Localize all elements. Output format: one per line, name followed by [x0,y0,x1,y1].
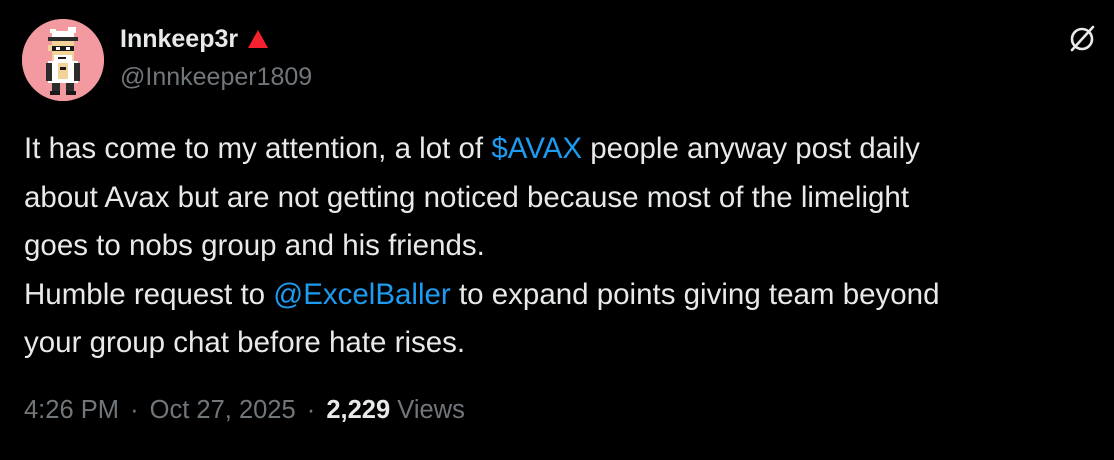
text-segment: It has come to my attention, a lot of [24,132,492,165]
tweet-line: goes to nobs group and his friends. [24,229,485,262]
mention-link[interactable]: @ExcelBaller [273,278,451,311]
user-handle[interactable]: @Innkeeper1809 [120,63,312,92]
text-segment: Humble request to [24,277,274,311]
post-date[interactable]: Oct 27, 2025 [150,396,296,424]
tweet-line: Humble request to @ExcelBaller to expand… [24,271,1104,320]
text-segment: people anyway post daily [582,132,920,165]
grok-slash-circle-icon[interactable] [1066,22,1098,54]
views-label: Views [397,396,465,424]
text-segment: to expand points giving team beyond [450,277,940,311]
tweet-text: It has come to my attention, a lot of $A… [24,125,1104,368]
separator: · [130,396,139,424]
tweet-line: It has come to my attention, a lot of $A… [24,125,1104,174]
pixel-character-avatar-icon [22,19,104,101]
post-time[interactable]: 4:26 PM [24,396,119,424]
cashtag-link[interactable]: $AVAX [491,132,582,165]
tweet-line: your group chat before hate rises. [24,326,466,359]
separator: · [306,396,316,424]
author-block: Innkeep3r @Innkeeper1809 [120,22,312,92]
tweet-card: Innkeep3r @Innkeeper1809 It has come to … [0,0,1114,460]
views-count[interactable]: 2,229 [326,396,390,424]
name-row: Innkeep3r [120,22,312,56]
tweet-meta: 4:26 PM · Oct 27, 2025 · 2,229 Views [24,396,465,425]
red-triangle-icon [247,29,269,49]
tweet-line: about Avax but are not getting noticed b… [24,180,910,214]
avatar[interactable] [22,19,104,101]
display-name[interactable]: Innkeep3r [120,25,238,54]
